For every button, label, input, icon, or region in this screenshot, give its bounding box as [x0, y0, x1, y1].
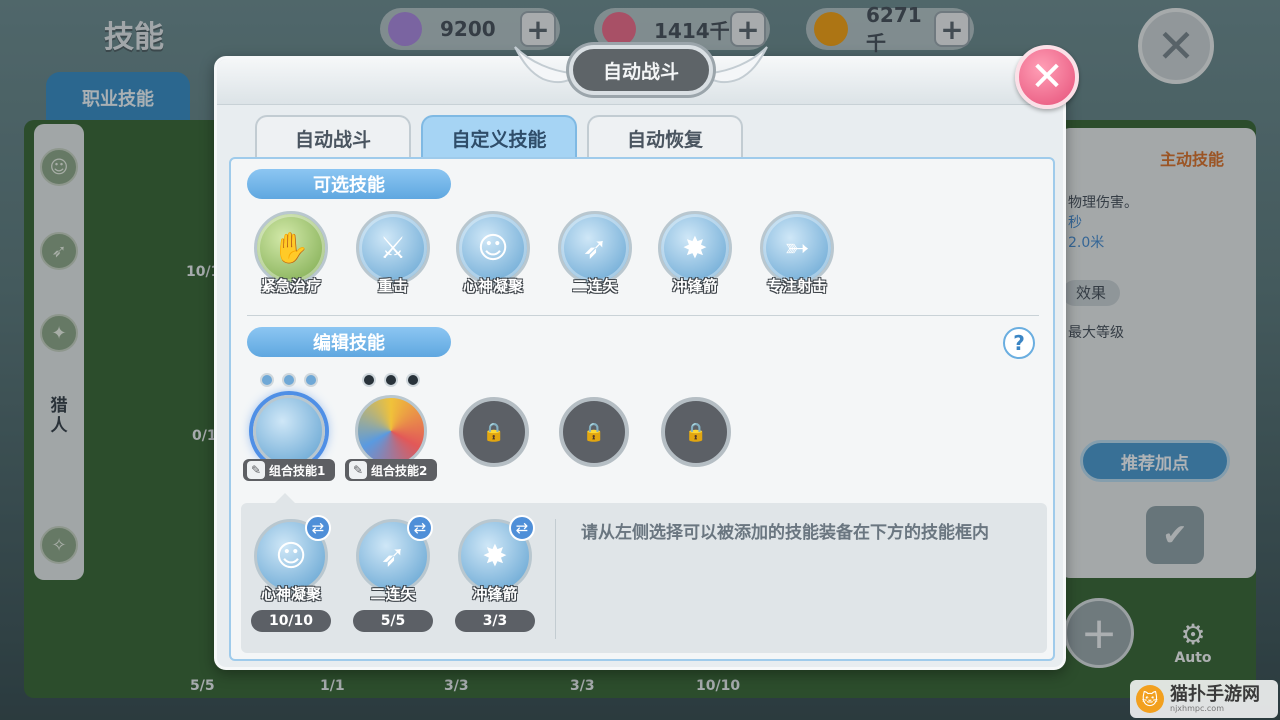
available-skills-label: 可选技能: [247, 169, 451, 199]
watermark-url: njxhmpc.com: [1170, 703, 1224, 713]
combo-tag[interactable]: ✎ 组合技能1: [243, 459, 335, 481]
combo-tag[interactable]: ✎ 组合技能2: [345, 459, 437, 481]
instruction-text: 请从左侧选择可以被添加的技能装备在下方的技能框内: [581, 523, 989, 543]
meditate-icon: [253, 395, 325, 467]
skill-name: 心神凝聚: [462, 277, 523, 295]
combo-order-icon: [355, 395, 427, 467]
skill-name: 重击: [377, 277, 408, 295]
charge-dot: [384, 373, 398, 387]
skill-level-count: 3/3: [455, 610, 535, 632]
swap-icon[interactable]: ⇄: [305, 515, 331, 541]
panel-divider: [555, 519, 556, 639]
cat-logo-icon: 🐱: [1136, 685, 1164, 713]
skill-level-count: 10/10: [251, 610, 331, 632]
help-icon[interactable]: ?: [1003, 327, 1035, 359]
edit-skills-label: 编辑技能: [247, 327, 451, 357]
equipped-skill[interactable]: ☺ ⇄ 心神凝聚 10/10: [249, 515, 333, 632]
charge-dot: [362, 373, 376, 387]
charge-dot: [304, 373, 318, 387]
lock-icon: 🔒: [684, 421, 708, 443]
combo-label: 组合技能2: [371, 463, 428, 478]
charge-dot: [260, 373, 274, 387]
available-skill[interactable]: ✋ 紧急治疗: [249, 211, 333, 296]
locked-combo-slot[interactable]: 🔒: [559, 397, 629, 467]
available-skill[interactable]: ⚔ 重击: [351, 211, 435, 296]
right-wing-icon: [711, 46, 768, 83]
left-wing-icon: [514, 46, 571, 83]
locked-combo-slot[interactable]: 🔒: [459, 397, 529, 467]
combo-slot-1[interactable]: ✎ 组合技能1: [243, 373, 335, 481]
charge-arrow-icon: ✸: [658, 211, 732, 285]
dialog-close-button[interactable]: ✕: [1015, 45, 1079, 109]
skill-name: 二连矢: [370, 585, 416, 603]
site-watermark: 🐱 猫扑手游网 njxhmpc.com: [1130, 680, 1278, 718]
tab-auto-recovery[interactable]: 自动恢复: [587, 115, 743, 159]
auto-battle-dialog: 自动战斗 ✕ 自动战斗 自定义技能 自动恢复 可选技能 ✋ 紧急治疗 ⚔ 重击 …: [214, 45, 1079, 670]
available-skill[interactable]: ✸ 冲锋箭: [653, 211, 737, 296]
skill-name: 冲锋箭: [672, 277, 718, 295]
charge-dot: [406, 373, 420, 387]
skill-name: 冲锋箭: [472, 585, 518, 603]
swap-icon[interactable]: ⇄: [407, 515, 433, 541]
tab-auto-battle[interactable]: 自动战斗: [255, 115, 411, 159]
equipped-skill[interactable]: ✸ ⇄ 冲锋箭 3/3: [453, 515, 537, 632]
equipped-skill[interactable]: ➶ ⇄ 二连矢 5/5: [351, 515, 435, 632]
pencil-icon[interactable]: ✎: [349, 461, 367, 479]
available-skill[interactable]: ➶ 二连矢: [553, 211, 637, 296]
skill-name: 二连矢: [572, 277, 618, 295]
bash-sword-icon: ⚔: [356, 211, 430, 285]
pencil-icon[interactable]: ✎: [247, 461, 265, 479]
skill-name: 紧急治疗: [260, 277, 321, 295]
skill-name: 心神凝聚: [260, 585, 321, 603]
combo-charge-dots: [345, 373, 437, 395]
available-skill[interactable]: ☺ 心神凝聚: [451, 211, 535, 296]
combo-slot-2[interactable]: ✎ 组合技能2: [345, 373, 437, 481]
lock-icon: 🔒: [482, 421, 506, 443]
custom-skills-content: 可选技能 ✋ 紧急治疗 ⚔ 重击 ☺ 心神凝聚 ➶ 二连矢 ✸ 冲锋箭 ➳ 专注…: [229, 157, 1055, 661]
focus-shot-icon: ➳: [760, 211, 834, 285]
locked-combo-slot[interactable]: 🔒: [661, 397, 731, 467]
skill-level-count: 5/5: [353, 610, 433, 632]
available-skill[interactable]: ➳ 专注射击: [755, 211, 839, 296]
combo-label: 组合技能1: [269, 463, 326, 478]
combo-charge-dots: [243, 373, 335, 395]
charge-dot: [282, 373, 296, 387]
dialog-title: 自动战斗: [569, 45, 713, 95]
double-bow-icon: ➶: [558, 211, 632, 285]
heal-hand-icon: ✋: [254, 211, 328, 285]
selection-pointer: [275, 493, 295, 503]
lock-icon: 🔒: [582, 421, 606, 443]
skill-name: 专注射击: [766, 277, 827, 295]
tab-custom-skills[interactable]: 自定义技能: [421, 115, 577, 159]
watermark-text: 猫扑手游网: [1170, 683, 1260, 705]
swap-icon[interactable]: ⇄: [509, 515, 535, 541]
meditate-icon: ☺: [456, 211, 530, 285]
section-divider: [247, 315, 1039, 316]
